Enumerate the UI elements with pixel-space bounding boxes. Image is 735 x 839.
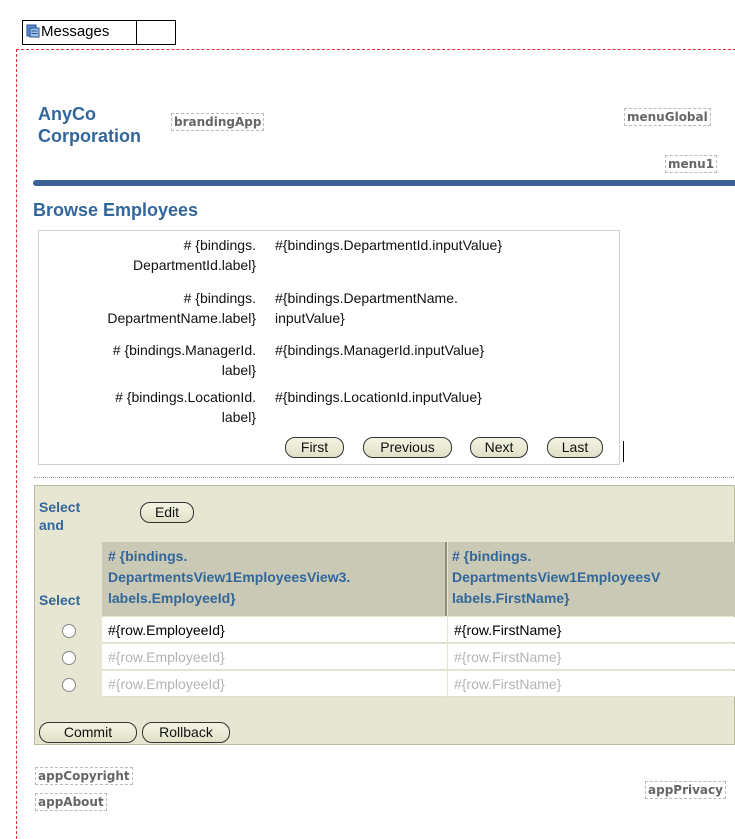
form-label-line: label}	[221, 409, 256, 425]
column-header-line: labels.EmployeeId}	[108, 590, 236, 606]
table-cell-first-name: #{row.FirstName}	[448, 671, 735, 697]
company-name: AnyCo Corporation	[38, 103, 141, 147]
table-cell-employee-id: #{row.EmployeeId}	[102, 644, 447, 670]
row-select-radio[interactable]	[62, 651, 76, 665]
row-select-radio[interactable]	[62, 624, 76, 638]
first-button[interactable]: First	[285, 437, 344, 458]
app-about-placeholder: appAbout	[35, 793, 107, 811]
form-label-line: # {bindings.	[183, 237, 256, 253]
app-privacy-placeholder: appPrivacy	[645, 781, 726, 799]
table-cell-employee-id: #{row.EmployeeId}	[102, 617, 447, 643]
form-value-line: #{bindings.LocationId.inputValue}	[275, 389, 482, 405]
form-panel: # {bindings. DepartmentId.label} #{bindi…	[38, 230, 620, 465]
previous-button[interactable]: Previous	[363, 437, 452, 458]
table-cell-first-name: #{row.FirstName}	[448, 644, 735, 670]
form-label-manager-id: # {bindings.ManagerId. label}	[113, 340, 256, 380]
branding-app-placeholder: brandingApp	[171, 113, 265, 131]
company-name-line2: Corporation	[38, 126, 141, 146]
form-label-line: DepartmentName.label}	[107, 310, 256, 326]
form-value-line: inputValue}	[275, 310, 345, 326]
menu1-placeholder: menu1	[665, 155, 718, 173]
form-label-line: DepartmentId.label}	[133, 257, 256, 273]
column-header-line: DepartmentsView1EmployeesView3.	[108, 569, 351, 585]
row-select-radio[interactable]	[62, 678, 76, 692]
column-header-line: # {bindings.	[452, 548, 532, 564]
next-button[interactable]: Next	[470, 437, 528, 458]
select-and-label: Select and	[39, 498, 80, 534]
form-value-line: #{bindings.ManagerId.inputValue}	[275, 342, 485, 358]
form-label-line: # {bindings.	[183, 290, 256, 306]
column-header-employee-id[interactable]: # {bindings. DepartmentsView1EmployeesVi…	[102, 542, 447, 616]
branding-bar	[33, 180, 735, 186]
company-name-line1: AnyCo	[38, 104, 96, 124]
form-value-department-name: #{bindings.DepartmentName. inputValue}	[275, 288, 458, 328]
table-cell-employee-id: #{row.EmployeeId}	[102, 671, 447, 697]
page-header: Browse Employees	[33, 200, 199, 220]
column-header-line: DepartmentsView1EmployeesV	[452, 569, 661, 585]
last-button[interactable]: Last	[547, 437, 603, 458]
column-header-line: # {bindings.	[108, 548, 188, 564]
commit-button[interactable]: Commit	[39, 722, 137, 743]
form-value-line: #{bindings.DepartmentName.	[275, 290, 458, 306]
form-label-department-name: # {bindings. DepartmentName.label}	[107, 288, 256, 328]
form-label-department-id: # {bindings. DepartmentId.label}	[133, 235, 256, 275]
form-label-line: label}	[221, 362, 256, 378]
messages-icon	[26, 24, 40, 38]
messages-label: Messages	[41, 23, 110, 40]
select-header-cell: Select	[35, 542, 101, 616]
form-value-department-id: #{bindings.DepartmentId.inputValue}	[275, 235, 502, 255]
text-cursor	[623, 441, 624, 462]
app-copyright-placeholder: appCopyright	[35, 767, 133, 785]
form-value-line: #{bindings.DepartmentId.inputValue}	[275, 237, 503, 253]
table-cell-first-name: #{row.FirstName}	[448, 617, 735, 643]
edit-button[interactable]: Edit	[140, 502, 194, 523]
form-value-location-id: #{bindings.LocationId.inputValue}	[275, 387, 482, 407]
select-and-line: and	[39, 517, 64, 533]
select-header: Select	[39, 592, 81, 608]
menu-global-placeholder: menuGlobal	[624, 108, 711, 126]
form-label-location-id: # {bindings.LocationId. label}	[115, 387, 256, 427]
messages-box: Messages	[22, 20, 176, 45]
form-label-line: # {bindings.LocationId.	[115, 389, 256, 405]
section-separator	[34, 477, 734, 478]
column-header-line: labels.FirstName}	[452, 590, 570, 606]
select-and-line: Select	[39, 499, 81, 515]
messages-cell[interactable]: Messages	[23, 21, 137, 44]
column-header-first-name[interactable]: # {bindings. DepartmentsView1EmployeesV …	[448, 542, 735, 616]
column-header-text: # {bindings. DepartmentsView1EmployeesVi…	[108, 546, 350, 609]
form-value-manager-id: #{bindings.ManagerId.inputValue}	[275, 340, 484, 360]
rollback-button[interactable]: Rollback	[142, 722, 230, 743]
employees-table: Select and Edit Select # {bindings. Depa…	[34, 485, 735, 745]
column-header-text: # {bindings. DepartmentsView1EmployeesV …	[452, 546, 660, 609]
form-label-line: # {bindings.ManagerId.	[112, 342, 256, 358]
